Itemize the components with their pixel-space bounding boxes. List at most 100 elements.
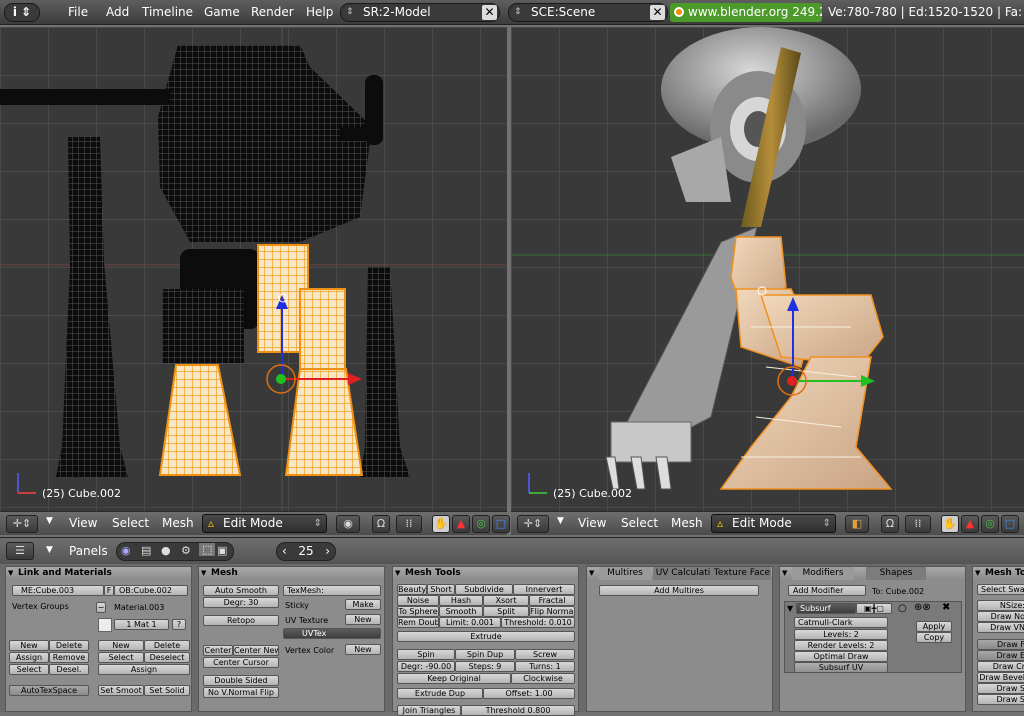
- modifier-toggle-icons[interactable]: ▣╋▢: [856, 603, 892, 614]
- autotexspace-toggle[interactable]: AutoTexSpace: [9, 685, 89, 696]
- no-vnormal-flip-toggle[interactable]: No V.Normal Flip: [203, 687, 279, 698]
- draw-type-icon[interactable]: ◉: [336, 515, 360, 533]
- texmesh-field[interactable]: TexMesh:: [283, 585, 381, 596]
- info-icon[interactable]: i ⇕: [4, 3, 40, 22]
- innervert-button[interactable]: Innervert: [513, 584, 575, 595]
- viewport-side[interactable]: (25) Cube.002: [511, 27, 1024, 511]
- uvtex-layer[interactable]: UVTex: [283, 628, 381, 639]
- pivot-icon[interactable]: Ω: [372, 515, 390, 533]
- copy-button[interactable]: Copy: [916, 632, 952, 643]
- panel-title[interactable]: Mesh Too: [973, 567, 1024, 580]
- face-select-icon[interactable]: ◎: [472, 515, 490, 533]
- apply-button[interactable]: Apply: [916, 621, 952, 632]
- frame-field[interactable]: ‹ 25 ›: [276, 542, 336, 561]
- vertex-color-new-button[interactable]: New: [345, 644, 381, 655]
- offset-field[interactable]: Offset: 1.00: [483, 688, 575, 699]
- center-cursor-button[interactable]: Center Cursor: [203, 657, 279, 668]
- set-solid-button[interactable]: Set Solid: [144, 685, 190, 696]
- add-modifier-menu[interactable]: Add Modifier: [788, 585, 866, 596]
- clockwise-toggle[interactable]: Clockwise: [511, 673, 575, 684]
- subsurf-uv-toggle[interactable]: Subsurf UV: [794, 662, 888, 673]
- screw-button[interactable]: Screw: [515, 649, 575, 660]
- mode-selector[interactable]: ▵ Edit Mode: [202, 514, 327, 533]
- menu-select[interactable]: Select: [621, 516, 658, 530]
- vgroup-remove-button[interactable]: Remove: [49, 652, 89, 663]
- material-delete-button[interactable]: Delete: [144, 640, 190, 651]
- xsort-button[interactable]: Xsort: [483, 595, 529, 606]
- hash-button[interactable]: Hash: [439, 595, 483, 606]
- levels-field[interactable]: Levels: 2: [794, 629, 888, 640]
- menu-add[interactable]: Add: [106, 5, 129, 19]
- threshold2-field[interactable]: Threshold 0.800: [461, 705, 575, 716]
- threshold-field[interactable]: Threshold: 0.010: [501, 617, 575, 628]
- vgroup-assign-button[interactable]: Assign: [9, 652, 49, 663]
- editor-type-icon[interactable]: ✛⇕: [6, 515, 38, 533]
- fake-user-button[interactable]: F: [104, 585, 114, 596]
- auto-smooth-toggle[interactable]: Auto Smooth: [203, 585, 279, 596]
- add-multires-button[interactable]: Add Multires: [599, 585, 759, 596]
- mode-selector[interactable]: ▵ Edit Mode: [711, 514, 836, 533]
- modifier-cage-icon[interactable]: ○: [898, 603, 907, 614]
- hand-icon[interactable]: ✋: [432, 515, 450, 533]
- frame-next-icon[interactable]: ›: [325, 543, 330, 560]
- steps-field[interactable]: Steps: 9: [455, 661, 515, 672]
- rem-doubles-button[interactable]: Rem Doubl: [397, 617, 439, 628]
- panels-menu[interactable]: Panels: [69, 544, 108, 558]
- blender-url[interactable]: www.blender.org 249.2: [670, 3, 822, 22]
- material-help-button[interactable]: ?: [172, 619, 186, 630]
- double-sided-toggle[interactable]: Double Sided: [203, 675, 279, 686]
- vgroup-deselect-button[interactable]: Desel.: [49, 664, 89, 675]
- editor-type-icon[interactable]: ☰: [6, 542, 34, 560]
- face-select-icon[interactable]: ◎: [981, 515, 999, 533]
- vgroup-select-button[interactable]: Select: [9, 664, 49, 675]
- vertex-select-icon[interactable]: ▲: [452, 515, 470, 533]
- menu-file[interactable]: File: [68, 5, 88, 19]
- tab-texture-face[interactable]: Texture Face: [713, 567, 771, 580]
- extrude-button[interactable]: Extrude: [397, 631, 575, 642]
- draw-edges-toggle[interactable]: Draw E: [977, 650, 1024, 661]
- material-deselect-button[interactable]: Deselect: [144, 652, 190, 663]
- fractal-button[interactable]: Fractal: [529, 595, 575, 606]
- subdivision-type-menu[interactable]: Catmull-Clark: [794, 617, 888, 628]
- degr-field[interactable]: Degr: -90.00: [397, 661, 455, 672]
- sticky-make-button[interactable]: Make: [345, 599, 381, 610]
- material-select-button[interactable]: Select: [98, 652, 144, 663]
- occlude-icon[interactable]: □: [492, 515, 510, 533]
- flip-normal-button[interactable]: Flip Normal: [529, 606, 575, 617]
- scene-icon[interactable]: ▣: [217, 544, 227, 557]
- to-sphere-button[interactable]: To Sphere: [397, 606, 439, 617]
- join-triangles-button[interactable]: Join Triangles: [397, 705, 461, 716]
- draw-faces-toggle[interactable]: Draw F: [977, 639, 1024, 650]
- subsurf-name-field[interactable]: Subsurf: [796, 603, 856, 614]
- menu-render[interactable]: Render: [251, 5, 294, 19]
- menu-timeline[interactable]: Timeline: [142, 5, 193, 19]
- set-smooth-button[interactable]: Set Smoot: [98, 685, 144, 696]
- center-button[interactable]: Center: [203, 645, 233, 656]
- uv-texture-new-button[interactable]: New: [345, 614, 381, 625]
- collapse-icon[interactable]: ▼: [46, 545, 53, 555]
- editor-type-icon[interactable]: ✛⇕: [517, 515, 549, 533]
- tab-modifiers[interactable]: Modifiers: [792, 567, 854, 580]
- beauty-toggle[interactable]: Beauty: [397, 584, 427, 595]
- tab-uv-calculation[interactable]: UV Calculati: [653, 567, 713, 580]
- editing-icon[interactable]: ⬚: [199, 543, 216, 556]
- subdivide-button[interactable]: Subdivide: [455, 584, 513, 595]
- spin-button[interactable]: Spin: [397, 649, 455, 660]
- smooth-button[interactable]: Smooth: [439, 606, 483, 617]
- material-new-button[interactable]: New: [98, 640, 144, 651]
- panel-title[interactable]: Link and Materials: [6, 567, 191, 580]
- panel-title[interactable]: Mesh: [199, 567, 384, 580]
- tab-multires[interactable]: Multires: [599, 567, 651, 580]
- draw-bevel-toggle[interactable]: Draw Bevel: [977, 672, 1024, 683]
- menu-view[interactable]: View: [578, 516, 606, 530]
- draw-seams-toggle[interactable]: Draw S: [977, 683, 1024, 694]
- mesh-name-field[interactable]: ME:Cube.003: [12, 585, 104, 596]
- object-name-field[interactable]: OB:Cube.002: [114, 585, 188, 596]
- collapse-icon[interactable]: ▼: [46, 516, 53, 526]
- modifier-move-icons[interactable]: ⊕⊗: [914, 602, 931, 613]
- vgroup-delete-button[interactable]: Delete: [49, 640, 89, 651]
- center-new-button[interactable]: Center New: [233, 645, 279, 656]
- retopo-toggle[interactable]: Retopo: [203, 615, 279, 626]
- vgroup-new-button[interactable]: New: [9, 640, 49, 651]
- collapse-icon[interactable]: ▼: [787, 604, 793, 613]
